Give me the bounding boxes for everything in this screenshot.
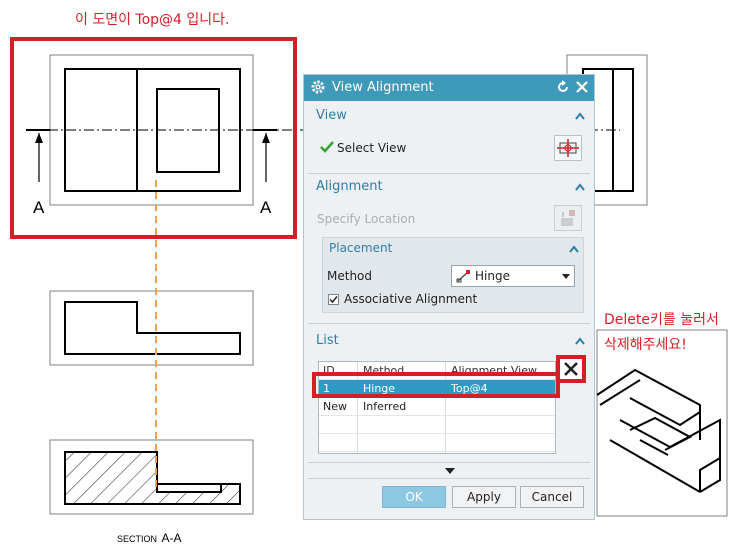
gear-icon bbox=[311, 80, 325, 94]
close-icon[interactable] bbox=[574, 79, 590, 95]
expand-more-icon[interactable] bbox=[445, 468, 455, 474]
select-view-button[interactable] bbox=[554, 135, 582, 161]
view-section-heading[interactable]: View bbox=[316, 108, 347, 123]
associative-checkbox[interactable] bbox=[328, 294, 339, 305]
delete-note-line1: Delete키를 눌러서 bbox=[604, 312, 719, 328]
view-crosshair-icon bbox=[557, 139, 579, 157]
check-icon bbox=[320, 141, 334, 153]
dialog-title: View Alignment bbox=[332, 80, 434, 95]
view-alignment-dialog: View Alignment View Select View Alignmen… bbox=[303, 74, 595, 520]
divider bbox=[308, 173, 590, 174]
section-view-hatch bbox=[64, 451, 241, 505]
alignment-section-heading[interactable]: Alignment bbox=[316, 179, 383, 194]
associative-label[interactable]: Associative Alignment bbox=[344, 292, 477, 306]
section-caption-small: SECTION bbox=[117, 534, 158, 544]
chevron-up-icon[interactable] bbox=[569, 245, 579, 253]
divider bbox=[308, 478, 590, 479]
divider bbox=[308, 462, 590, 463]
iso-view-shape bbox=[596, 368, 721, 493]
chevron-up-icon[interactable] bbox=[575, 112, 585, 120]
section-caption-label: A-A bbox=[161, 531, 182, 545]
specify-location-button[interactable] bbox=[554, 205, 582, 231]
method-label: Method bbox=[327, 269, 373, 283]
arrow-label-right: A bbox=[260, 198, 272, 217]
checkmark-icon bbox=[329, 296, 338, 304]
select-view-label[interactable]: Select View bbox=[337, 141, 406, 155]
reset-icon[interactable] bbox=[556, 80, 570, 94]
top-note: 이 도면이 Top@4 입니다. bbox=[75, 12, 230, 28]
chevron-down-icon bbox=[562, 274, 570, 279]
table-row[interactable]: New Inferred bbox=[319, 398, 555, 416]
placement-heading[interactable]: Placement bbox=[329, 241, 392, 255]
chevron-up-icon[interactable] bbox=[575, 337, 585, 345]
method-dropdown-value: Hinge bbox=[475, 269, 510, 283]
row-method: Inferred bbox=[363, 400, 407, 413]
hinge-icon bbox=[456, 270, 470, 283]
table-row-empty bbox=[319, 416, 555, 434]
front-view-outline bbox=[64, 301, 241, 355]
row-id: New bbox=[323, 400, 347, 413]
table-row-empty bbox=[319, 434, 555, 452]
dialog-titlebar[interactable]: View Alignment bbox=[304, 75, 594, 101]
list-section-heading[interactable]: List bbox=[316, 333, 339, 348]
arrow-label-left: A bbox=[33, 198, 45, 217]
chevron-up-icon[interactable] bbox=[575, 183, 585, 191]
specify-location-label: Specify Location bbox=[317, 212, 416, 226]
arrow-left-head bbox=[35, 133, 43, 143]
selected-row-highlight bbox=[312, 372, 560, 398]
arrow-right-head bbox=[262, 133, 270, 143]
cancel-button[interactable]: Cancel bbox=[520, 486, 584, 508]
ok-button[interactable]: OK bbox=[382, 486, 446, 508]
delete-x-icon bbox=[564, 362, 578, 376]
method-dropdown[interactable]: Hinge bbox=[451, 265, 575, 287]
delete-button[interactable] bbox=[556, 355, 586, 383]
location-icon bbox=[561, 210, 575, 226]
section-caption: SECTION A-A bbox=[117, 529, 181, 547]
apply-button[interactable]: Apply bbox=[452, 486, 516, 508]
divider bbox=[308, 323, 590, 324]
delete-note-line2: 삭제해주세요! bbox=[604, 337, 687, 353]
